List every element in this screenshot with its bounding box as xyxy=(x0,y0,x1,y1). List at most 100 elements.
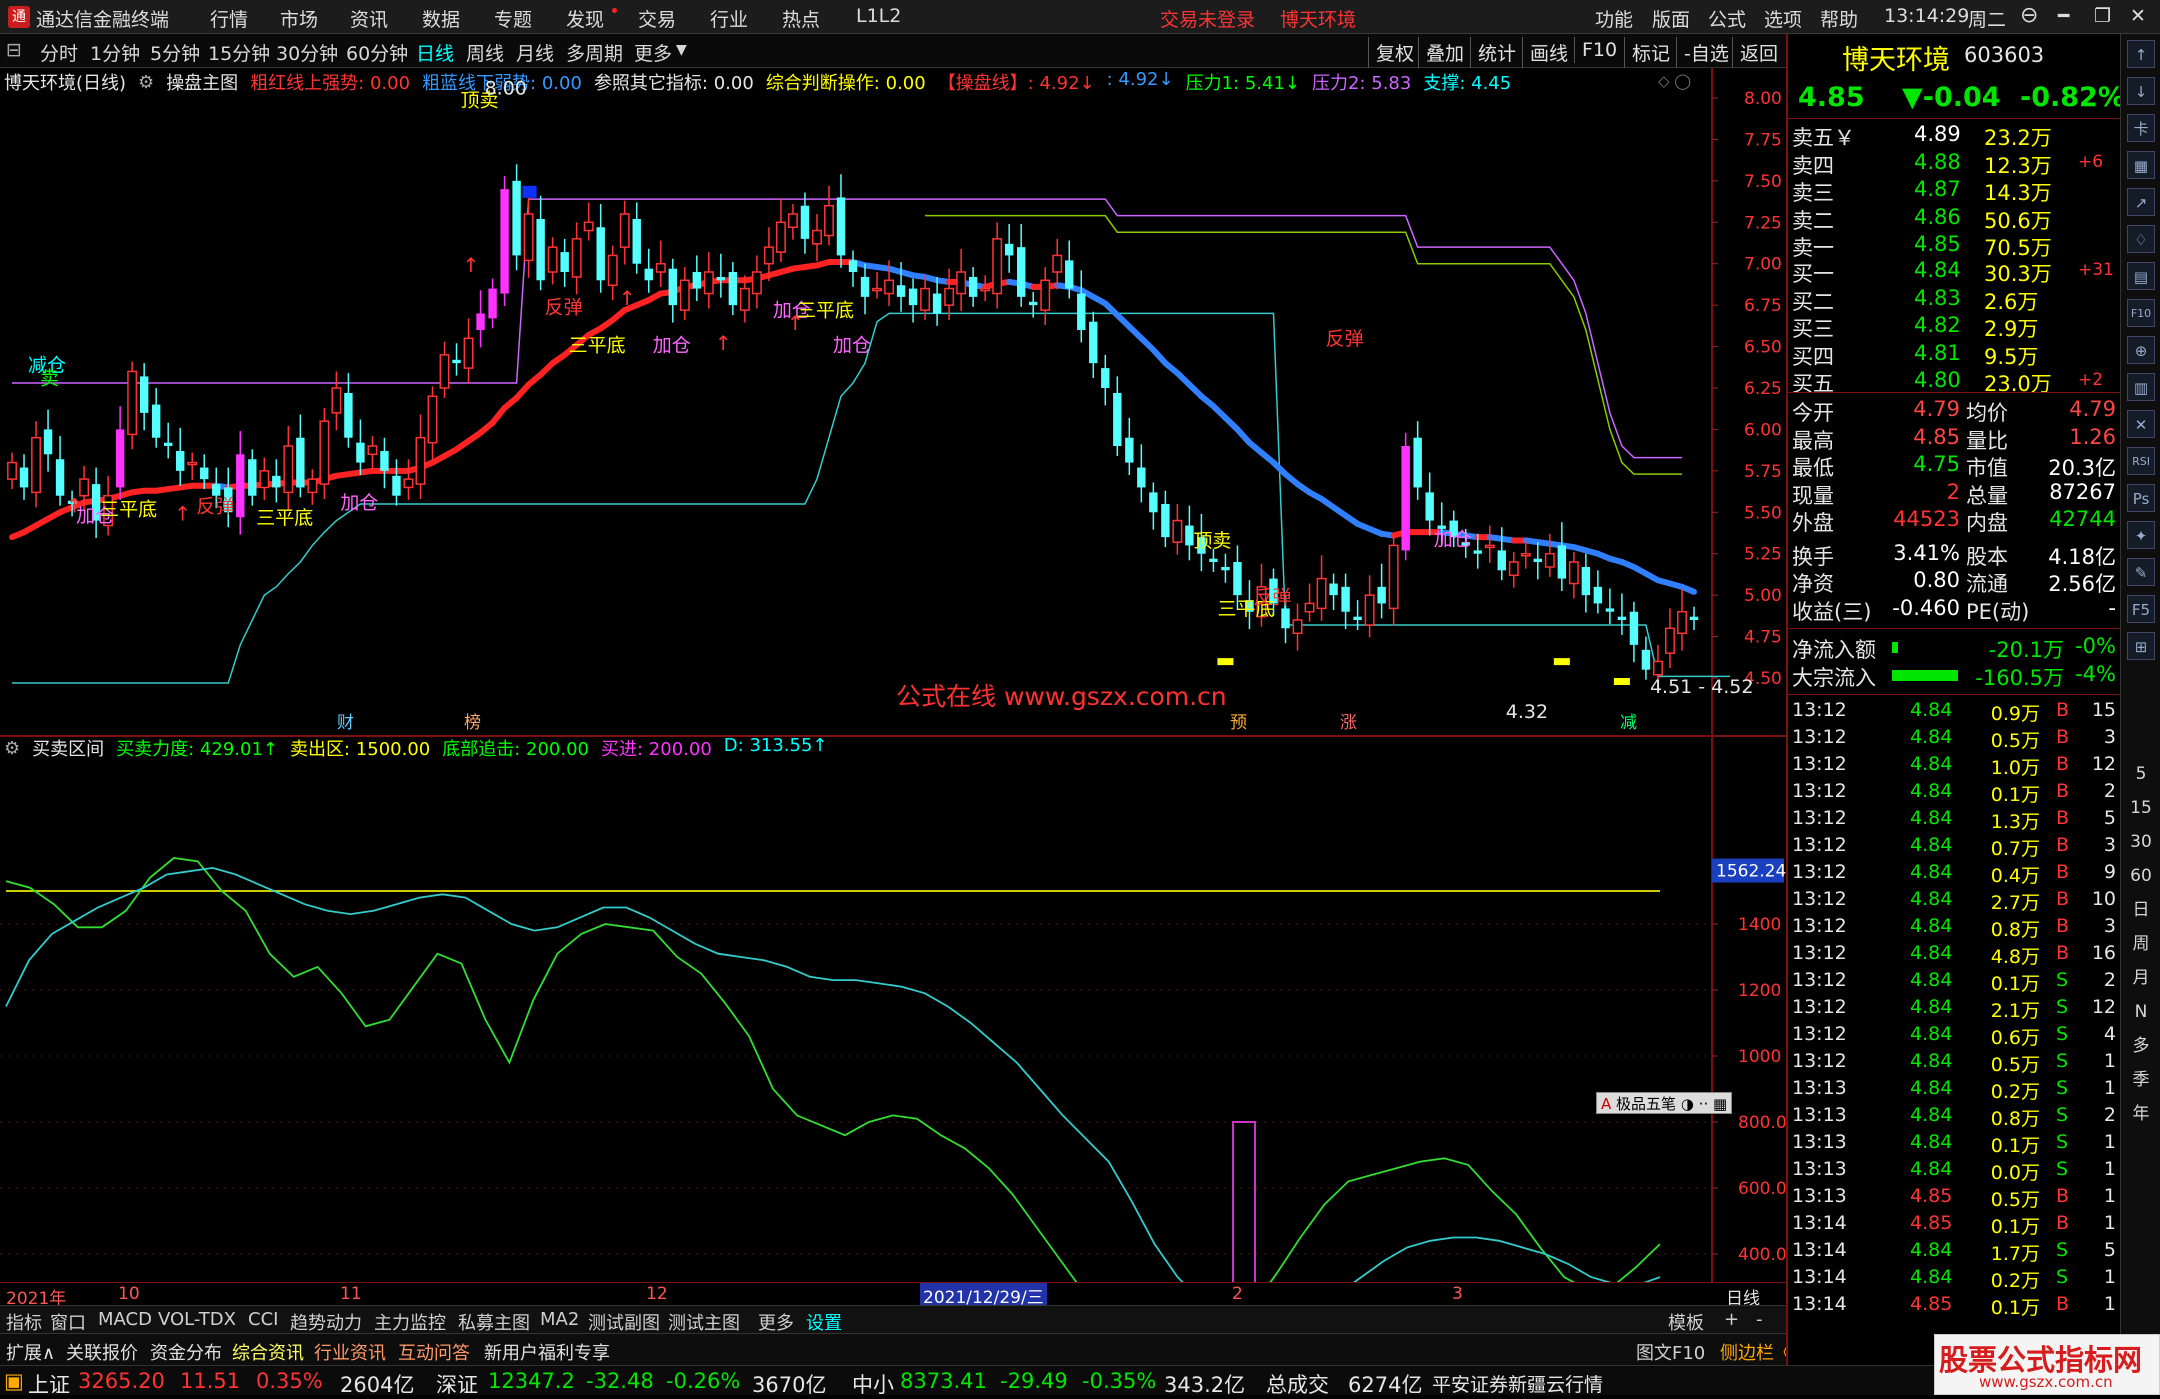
ps-icon[interactable]: Ps xyxy=(2127,484,2155,512)
ext-tab[interactable]: 综合资讯 xyxy=(232,1339,304,1365)
menu-hangqing[interactable]: 行情 xyxy=(210,5,248,32)
indicator-tab[interactable]: 指标 xyxy=(6,1309,42,1335)
indicator-tab[interactable]: 私募主图 xyxy=(458,1309,530,1335)
menu-zhuanti[interactable]: 专题 xyxy=(494,5,532,32)
indicator-tab[interactable]: 趋势动力 xyxy=(290,1309,362,1335)
down-icon[interactable]: ↓ xyxy=(2127,77,2155,105)
f10-button[interactable]: 图文F10 xyxy=(1636,1339,1705,1365)
menu-shichang[interactable]: 市场 xyxy=(280,5,318,32)
indicator-tab[interactable]: MA2 xyxy=(540,1309,579,1330)
period-fenshi[interactable]: 分时 xyxy=(40,39,78,66)
star-icon[interactable]: ✦ xyxy=(2127,521,2155,549)
menu-hangye[interactable]: 行业 xyxy=(710,5,748,32)
menu-faxian[interactable]: 发现 xyxy=(566,5,604,32)
menu-shuju[interactable]: 数据 xyxy=(422,5,460,32)
ext-tab[interactable]: 资金分布 xyxy=(150,1339,222,1365)
indicator-tab[interactable]: 窗口 xyxy=(50,1309,86,1335)
trend-icon[interactable]: ↗ xyxy=(2127,188,2155,216)
help-icon[interactable]: ⊖ xyxy=(2020,3,2038,28)
chart-area[interactable]: 博天环境(日线) ⚙ 操盘主图 粗红线上强势: 0.00 粗蓝线下弱势: 0.00… xyxy=(0,68,1786,1304)
period-30min[interactable]: 30分钟 xyxy=(276,39,338,66)
collapse-icon[interactable]: ⊟ xyxy=(6,39,22,61)
ext-tab[interactable]: 扩展∧ xyxy=(6,1339,55,1365)
indicator-tab[interactable]: 更多 xyxy=(758,1309,794,1335)
period-5-icon[interactable]: 5 xyxy=(2127,760,2155,788)
menu-xuanxiang[interactable]: 选项 xyxy=(1764,5,1802,32)
period-day[interactable]: 日线 xyxy=(416,39,454,66)
pen-icon[interactable]: ✎ xyxy=(2127,558,2155,586)
remove-window-button[interactable]: - xyxy=(1756,1309,1763,1330)
period-week[interactable]: 周线 xyxy=(466,39,504,66)
template-button[interactable]: 模板 xyxy=(1668,1309,1704,1335)
f10-icon[interactable]: F10 xyxy=(2127,299,2155,327)
period-day-icon[interactable]: 日 xyxy=(2127,896,2155,924)
period-multi-icon[interactable]: 多 xyxy=(2127,1032,2155,1060)
btn-biaoji[interactable]: 标记 xyxy=(1624,37,1677,68)
btn-zixuan[interactable]: -自选 xyxy=(1676,37,1736,68)
menu-l1l2[interactable]: L1L2 xyxy=(856,5,901,27)
ext-tab[interactable]: 关联报价 xyxy=(66,1339,138,1365)
period-more[interactable]: 更多 xyxy=(634,39,672,66)
plus-circle-icon[interactable]: ⊕ xyxy=(2127,336,2155,364)
menu-zixun[interactable]: 资讯 xyxy=(350,5,388,32)
menu-gongneng[interactable]: 功能 xyxy=(1595,5,1633,32)
diamond-icon[interactable]: ♢ xyxy=(2127,225,2155,253)
period-5min[interactable]: 5分钟 xyxy=(150,39,200,66)
ext-tab[interactable]: 新用户福利专享 xyxy=(484,1339,610,1365)
sidebar-toggle[interactable]: 侧边栏《 xyxy=(1720,1339,1792,1365)
period-year-icon[interactable]: 年 xyxy=(2127,1100,2155,1128)
indicator-tab[interactable]: 设置 xyxy=(806,1309,842,1335)
ext-tab[interactable]: 行业资讯 xyxy=(314,1339,386,1365)
indicator-tab[interactable]: CCI xyxy=(248,1309,278,1330)
btn-tongji[interactable]: 统计 xyxy=(1470,37,1523,68)
period-60-icon[interactable]: 60 xyxy=(2127,862,2155,890)
period-quarter-icon[interactable]: 季 xyxy=(2127,1066,2155,1094)
menu-jiaoyi[interactable]: 交易 xyxy=(638,5,676,32)
card-icon[interactable]: 卡 xyxy=(2127,114,2155,142)
table-icon[interactable]: ▥ xyxy=(2127,373,2155,401)
period-60min[interactable]: 60分钟 xyxy=(346,39,408,66)
event-tag[interactable]: 预 xyxy=(1230,713,1247,733)
event-tag[interactable]: 财 xyxy=(337,713,354,733)
indicator-tab[interactable]: 测试副图 xyxy=(588,1309,660,1335)
menu-gongshi[interactable]: 公式 xyxy=(1708,5,1746,32)
menu-banmian[interactable]: 版面 xyxy=(1652,5,1690,32)
event-tag[interactable]: 减 xyxy=(1620,713,1637,733)
btn-fanhui[interactable]: 返回 xyxy=(1732,37,1785,68)
event-tag[interactable]: 涨 xyxy=(1340,713,1357,733)
btn-f10[interactable]: F10 xyxy=(1574,37,1624,63)
period-n-icon[interactable]: N xyxy=(2127,998,2155,1026)
list-icon[interactable]: ▤ xyxy=(2127,262,2155,290)
btn-huaxian[interactable]: 画线 xyxy=(1522,37,1575,68)
sub-toolbox[interactable]: A 极品五笔 ◑ ·· ▦ xyxy=(1596,1092,1733,1114)
login-status[interactable]: 交易未登录 xyxy=(1160,5,1255,32)
restore-icon[interactable]: ❐ xyxy=(2094,5,2111,27)
period-15min[interactable]: 15分钟 xyxy=(208,39,270,66)
rsi-icon[interactable]: RSI xyxy=(2127,447,2155,475)
period-1min[interactable]: 1分钟 xyxy=(90,39,140,66)
indicator-tab[interactable]: VOL-TDX xyxy=(158,1309,236,1330)
oscillator-chart[interactable]: 140012001000800.0600.0400.0200.01562.24 xyxy=(0,738,1786,1304)
indicator-tab[interactable]: MACD xyxy=(98,1309,152,1330)
ext-tab[interactable]: 互动问答 xyxy=(398,1339,470,1365)
f5-icon[interactable]: F5 xyxy=(2127,595,2155,623)
add-window-button[interactable]: + xyxy=(1724,1309,1739,1330)
layout-icon[interactable]: ⊞ xyxy=(2127,632,2155,660)
period-multi[interactable]: 多周期 xyxy=(566,39,623,66)
event-tag[interactable]: 榜 xyxy=(464,713,481,733)
more-dropdown-icon[interactable]: ▼ xyxy=(676,42,687,58)
btn-diejia[interactable]: 叠加 xyxy=(1418,37,1471,68)
minimize-icon[interactable]: ━ xyxy=(2058,5,2069,27)
period-30-icon[interactable]: 30 xyxy=(2127,828,2155,856)
period-month-icon[interactable]: 月 xyxy=(2127,964,2155,992)
indicator-tab[interactable]: 测试主图 xyxy=(668,1309,740,1335)
close-icon[interactable]: ✕ xyxy=(2130,5,2146,27)
up-icon[interactable]: ↑ xyxy=(2127,40,2155,68)
grid-icon[interactable]: ▦ xyxy=(2127,151,2155,179)
period-week-icon[interactable]: 周 xyxy=(2127,930,2155,958)
indicator-tab[interactable]: 主力监控 xyxy=(374,1309,446,1335)
menu-redian[interactable]: 热点 xyxy=(782,5,820,32)
btn-fuquan[interactable]: 复权 xyxy=(1368,37,1421,68)
period-15-icon[interactable]: 15 xyxy=(2127,794,2155,822)
cross-icon[interactable]: ✕ xyxy=(2127,410,2155,438)
